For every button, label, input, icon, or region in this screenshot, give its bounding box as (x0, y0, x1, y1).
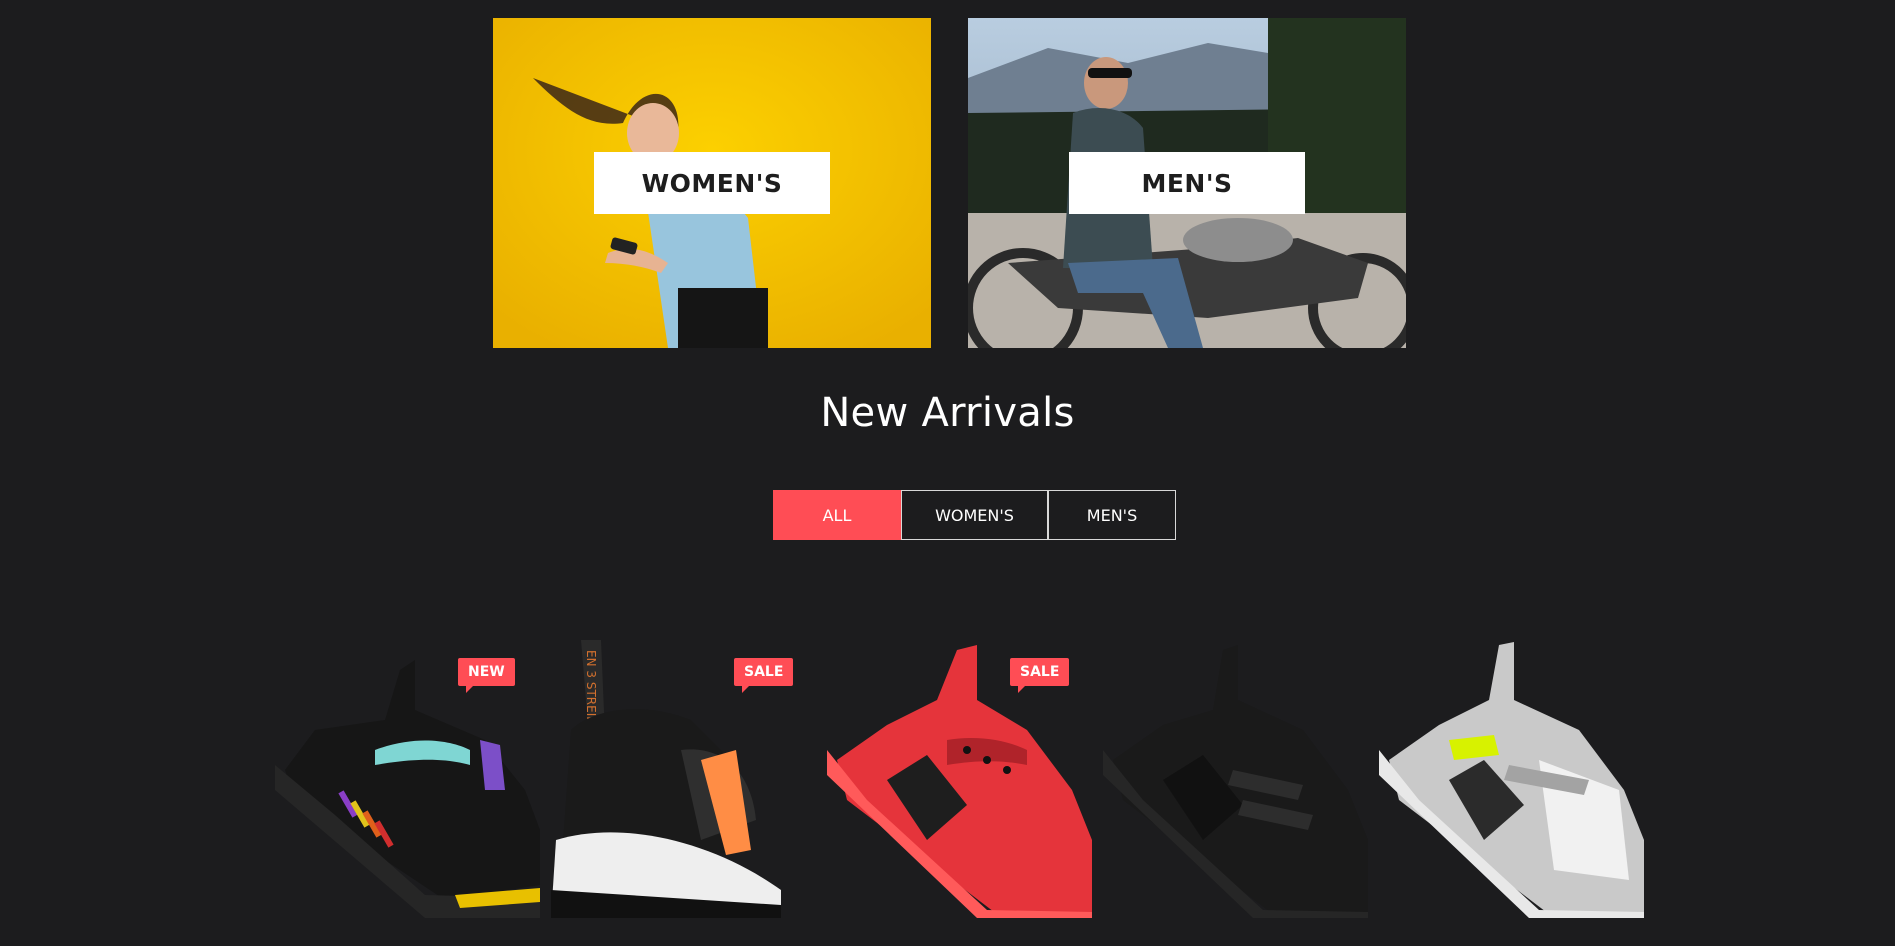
filter-womens-button[interactable]: WOMEN'S (901, 490, 1048, 540)
product-badge: NEW (458, 658, 515, 693)
product-filter-group: ALL WOMEN'S MEN'S (773, 490, 1176, 540)
product-card[interactable]: NEW (275, 640, 540, 918)
filter-mens-button[interactable]: MEN'S (1048, 490, 1176, 540)
product-card[interactable]: EN 3 STREIF SALE (551, 640, 816, 918)
mens-category-label[interactable]: MEN'S (1069, 152, 1305, 214)
product-badge: SALE (1010, 658, 1070, 693)
svg-text:EN 3 STREIF: EN 3 STREIF (584, 650, 598, 723)
product-card[interactable] (1103, 640, 1368, 918)
product-badge: SALE (734, 658, 794, 693)
product-card[interactable]: SALE (827, 640, 1092, 918)
womens-category-banner[interactable]: WOMEN'S (493, 18, 931, 348)
product-card[interactable] (1379, 640, 1644, 918)
filter-all-button[interactable]: ALL (773, 490, 901, 540)
new-arrivals-title: New Arrivals (820, 390, 1075, 436)
womens-category-label[interactable]: WOMEN'S (594, 152, 830, 214)
shoe-image-black (1103, 645, 1368, 918)
shoe-image-white-volt (1379, 642, 1644, 918)
mens-category-banner[interactable]: MEN'S (968, 18, 1406, 348)
